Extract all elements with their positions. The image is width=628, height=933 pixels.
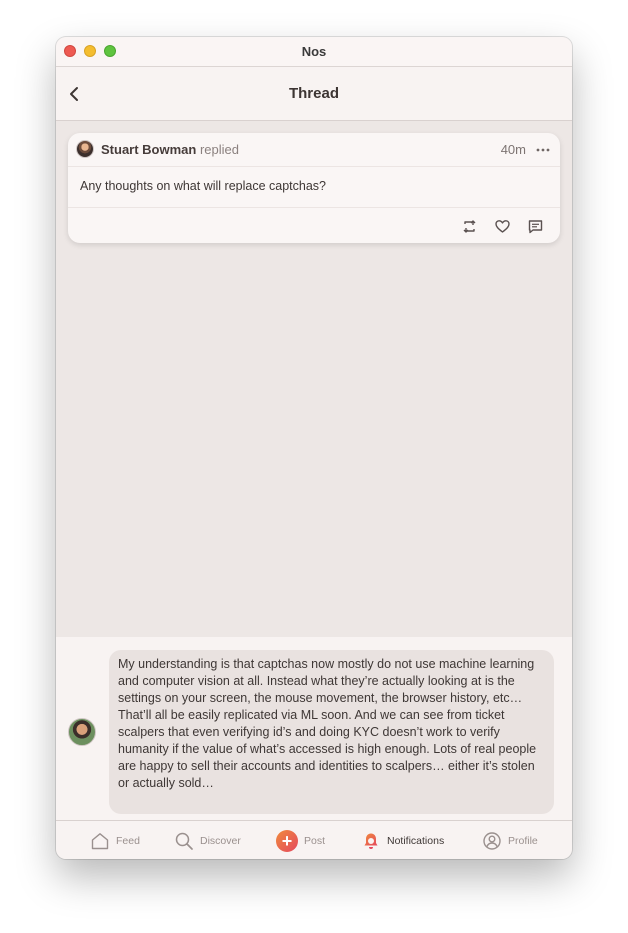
tab-profile[interactable]: Profile <box>482 821 538 859</box>
person-icon <box>483 831 501 850</box>
tab-discover[interactable]: Discover <box>174 821 241 859</box>
minimize-window-button[interactable] <box>84 45 96 57</box>
like-heart-icon[interactable] <box>494 218 511 235</box>
page-title: Thread <box>288 85 339 102</box>
window-controls <box>64 45 116 57</box>
note-timestamp: 40m <box>500 142 526 157</box>
tab-label: Notifications <box>387 834 445 847</box>
reply-comment-icon[interactable] <box>527 218 544 235</box>
tab-bar: Feed Discover + Post Notifications Profi… <box>56 820 572 859</box>
author-name[interactable]: Stuart Bowman <box>101 142 196 157</box>
window-title: Nos <box>301 44 327 59</box>
reply-compose-area: My understanding is that captchas now mo… <box>56 637 572 820</box>
tab-label: Feed <box>116 834 140 847</box>
plus-icon: + <box>276 829 298 852</box>
tab-feed[interactable]: Feed <box>90 821 140 859</box>
title-bar: Nos <box>56 37 572 67</box>
author-avatar[interactable] <box>76 140 94 158</box>
more-options-icon[interactable] <box>536 148 550 152</box>
back-chevron-icon[interactable] <box>66 85 84 103</box>
repost-icon[interactable] <box>461 218 478 235</box>
reply-text-field[interactable]: My understanding is that captchas now mo… <box>109 650 554 814</box>
tab-label: Post <box>304 834 326 847</box>
note-action-label: replied <box>199 142 239 157</box>
home-icon <box>91 832 109 849</box>
note-actions <box>68 207 560 243</box>
note-header: Stuart Bowman replied 40m <box>68 133 560 167</box>
search-icon <box>175 832 193 850</box>
app-window: Nos Thread Stuart Bowman replied 40m Any… <box>56 37 572 859</box>
tab-label: Discover <box>200 834 241 847</box>
current-user-avatar[interactable] <box>68 718 96 746</box>
navigation-bar: Thread <box>56 67 572 121</box>
note-card[interactable]: Stuart Bowman replied 40m Any thoughts o… <box>68 133 560 243</box>
note-content: Any thoughts on what will replace captch… <box>80 179 326 193</box>
zoom-window-button[interactable] <box>104 45 116 57</box>
author-line: Stuart Bowman replied <box>101 142 239 157</box>
tab-post[interactable]: + Post <box>276 821 325 859</box>
tab-notifications[interactable]: Notifications <box>361 821 444 859</box>
bell-icon <box>364 833 378 849</box>
close-window-button[interactable] <box>64 45 76 57</box>
tab-label: Profile <box>508 834 538 847</box>
